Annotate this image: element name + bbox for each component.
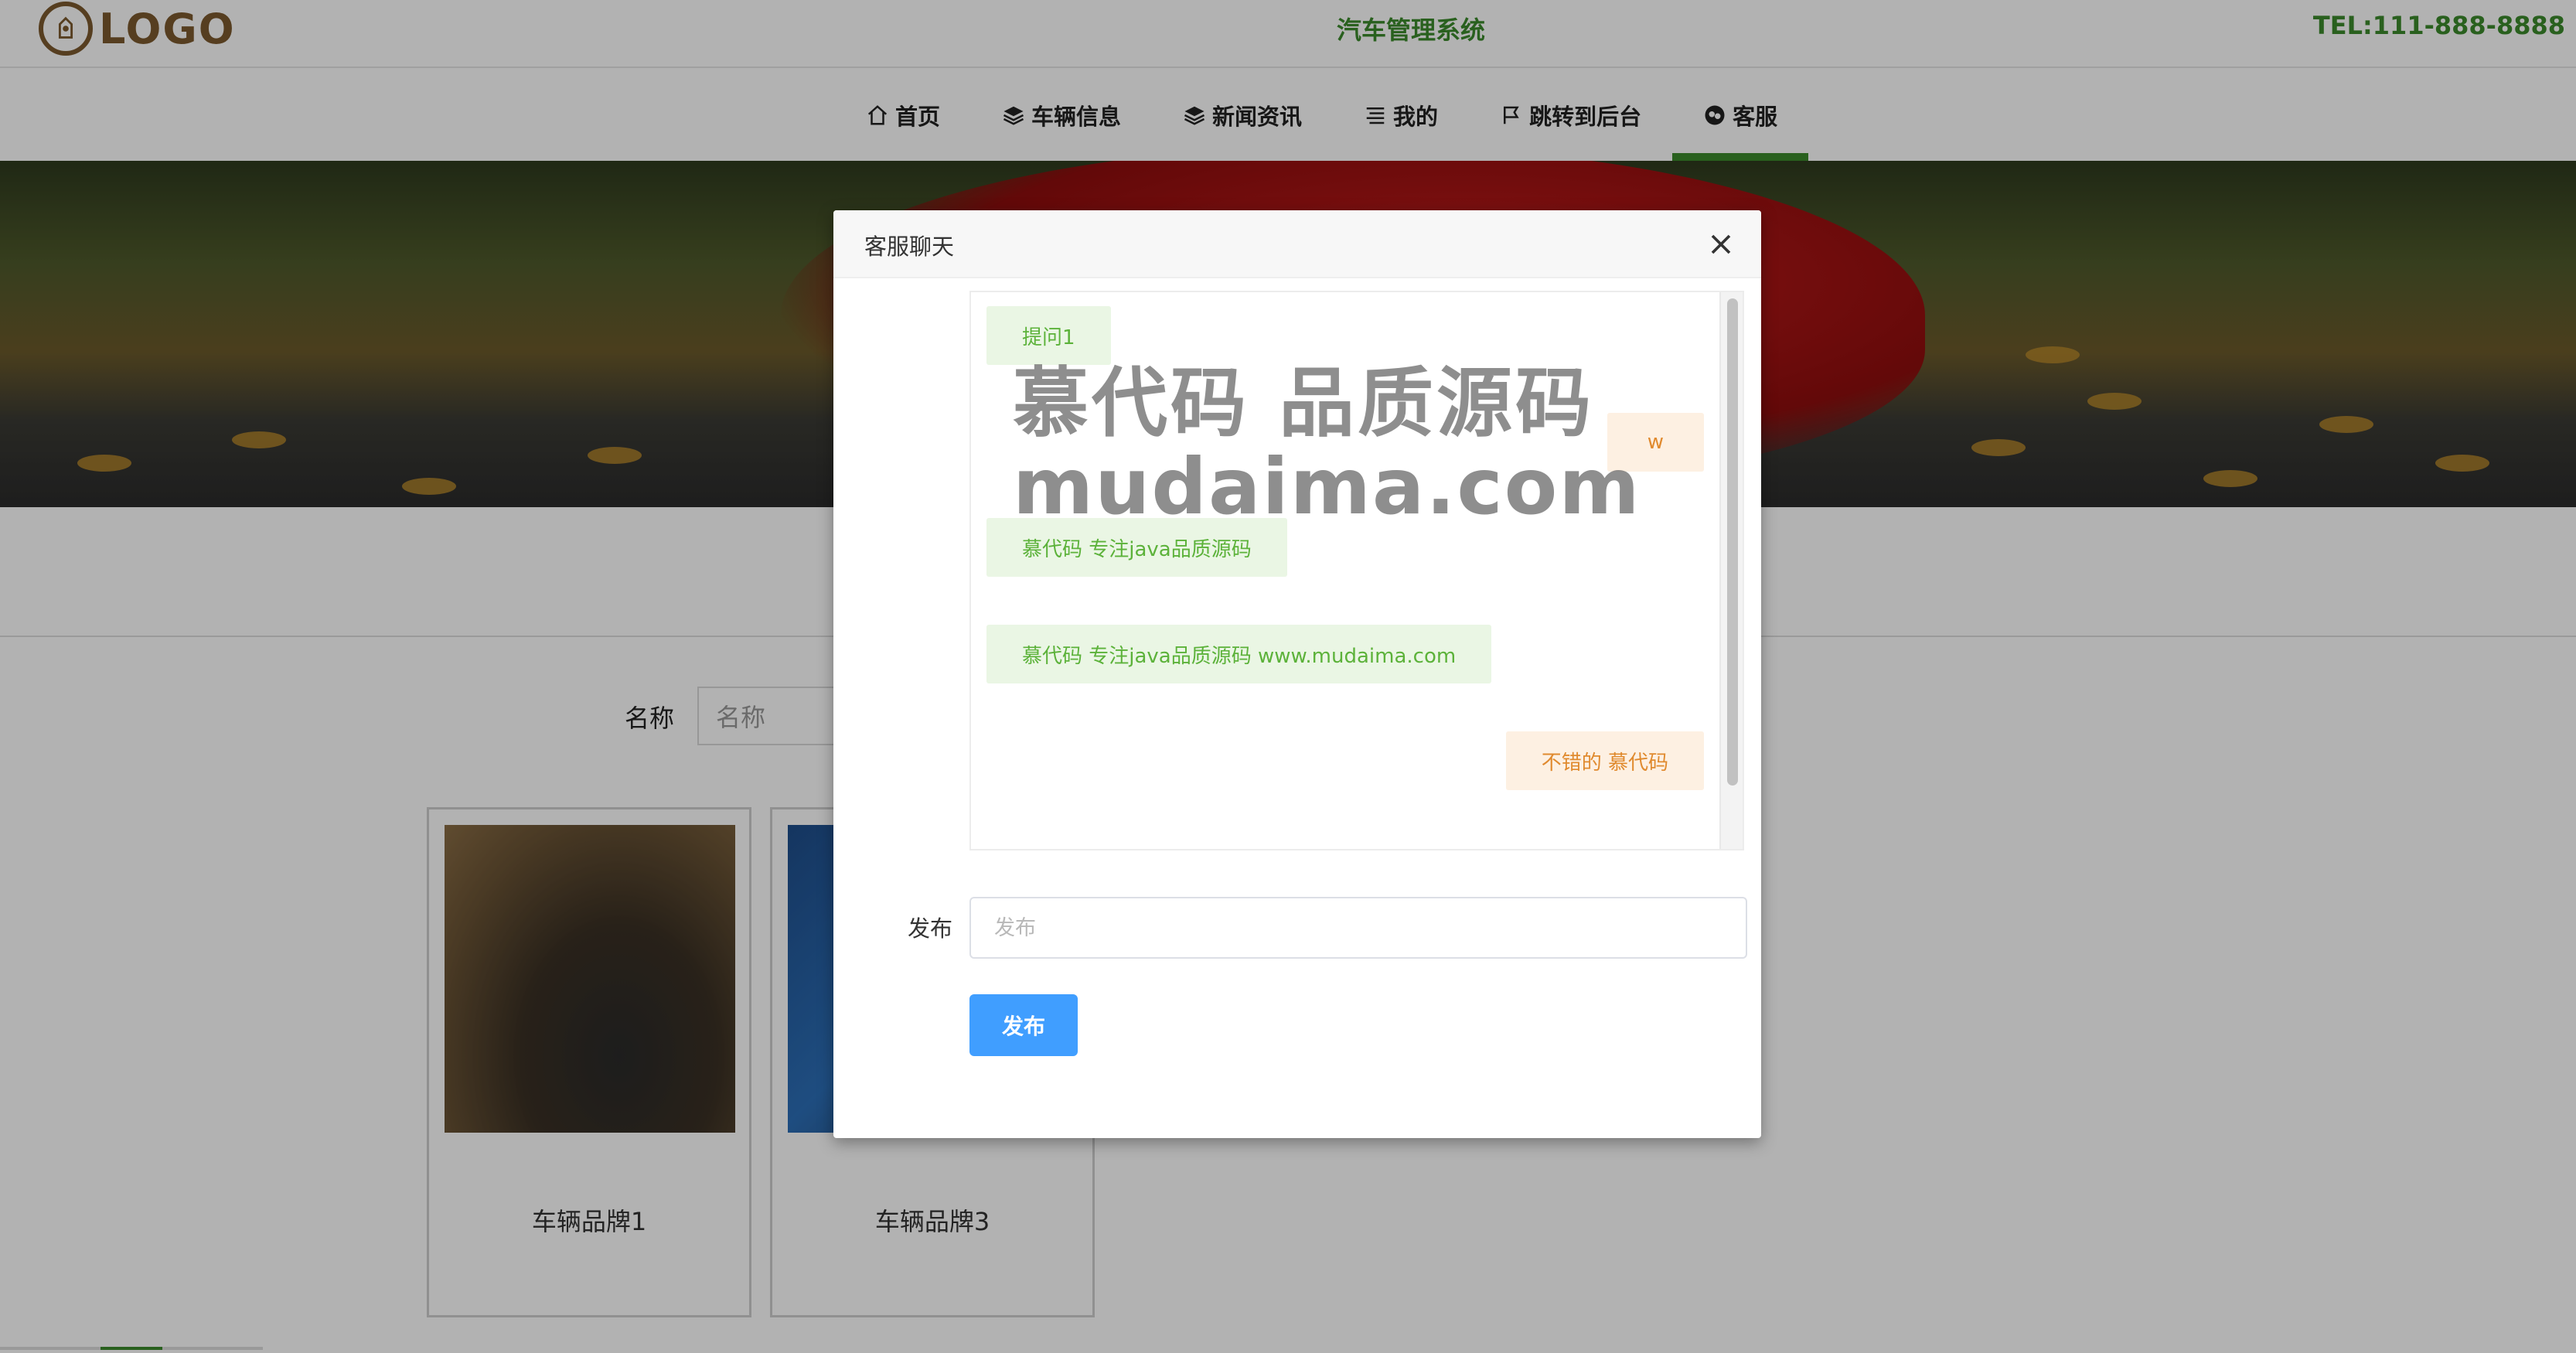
chat-scrollbar-thumb[interactable] — [1727, 298, 1738, 786]
modal-title: 客服聊天 — [864, 233, 955, 260]
chat-message-left: 慕代码 专注java品质源码 www.mudaima.com — [986, 625, 1492, 683]
watermark-line1: 慕代码 品质源码 — [1013, 360, 1595, 448]
post-button[interactable]: 发布 — [969, 994, 1078, 1056]
post-input[interactable] — [969, 897, 1747, 959]
chat-scrollbar[interactable] — [1719, 292, 1743, 849]
watermark: 慕代码 品质源码 mudaima.com — [1013, 362, 1641, 529]
close-icon[interactable] — [1704, 227, 1738, 261]
watermark-line2: mudaima.com — [1013, 441, 1641, 532]
modal-header: 客服聊天 — [833, 210, 1761, 278]
post-label: 发布 — [908, 915, 953, 942]
chat-message-left: 提问1 — [986, 306, 1111, 365]
chat-message-right: 不错的 慕代码 — [1505, 731, 1704, 790]
chat-modal: 客服聊天 提问1 w 慕代码 专注java品质源码 慕代码 专注java品质源码… — [833, 210, 1761, 1138]
